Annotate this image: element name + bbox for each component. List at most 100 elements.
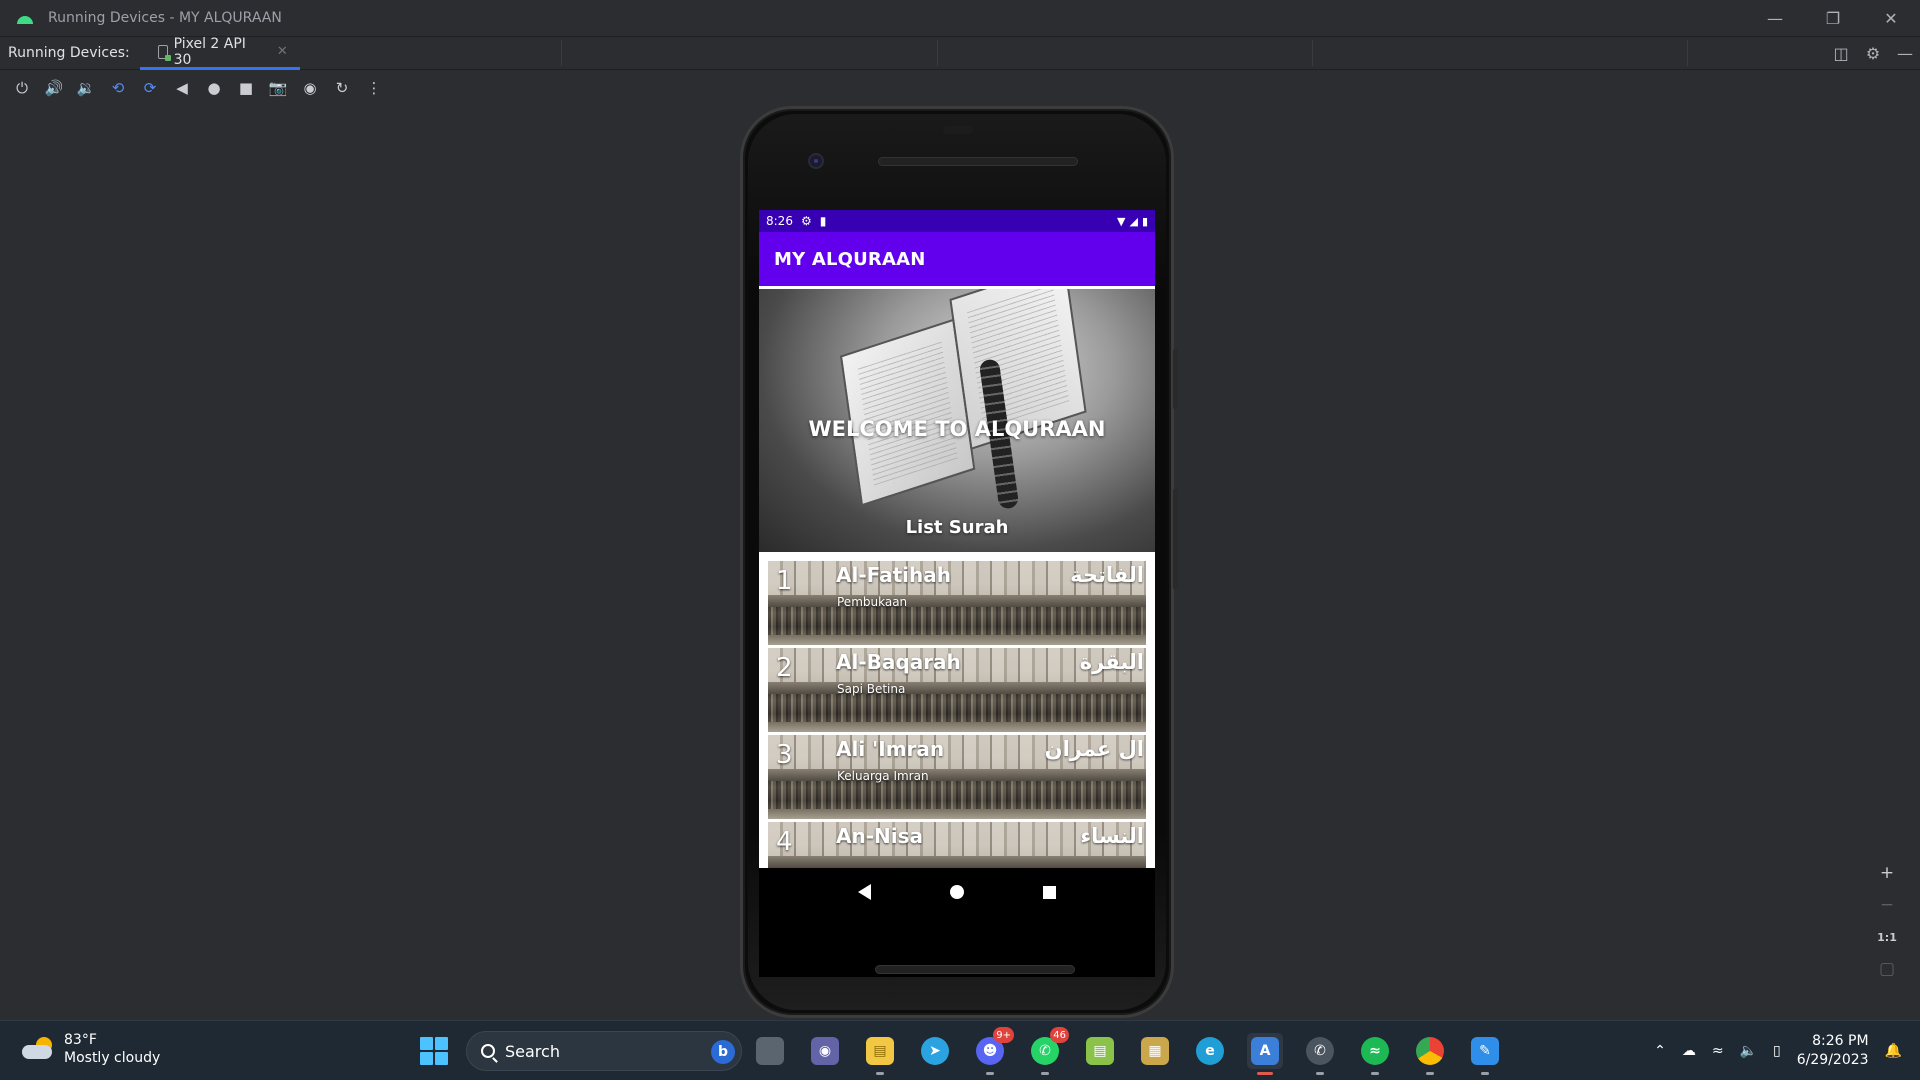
windows-taskbar: 83°F Mostly cloudy Search b ◉ ▤ ➤ ☻ 9+ ✆ 4…	[0, 1020, 1920, 1080]
battery-icon[interactable]: ▯	[1773, 1043, 1781, 1059]
status-time: 8:26	[766, 214, 793, 228]
surah-meaning: Keluarga Imran	[837, 769, 929, 783]
discord-icon[interactable]: ☻ 9+	[972, 1027, 1014, 1075]
screenshot-icon[interactable]: 📷	[262, 74, 294, 102]
volume-button	[1173, 489, 1178, 589]
partly-cloudy-icon	[22, 1037, 56, 1061]
volume-up-icon[interactable]: 🔊	[38, 74, 70, 102]
window-controls: — ❐ ✕	[1746, 0, 1920, 36]
snipping-tool-icon[interactable]: ✎	[1467, 1033, 1503, 1075]
search-label: Search	[505, 1041, 560, 1061]
wifi-icon: ▼	[1117, 214, 1126, 228]
edge-icon[interactable]: e	[1192, 1033, 1228, 1069]
android-studio-taskbar-icon[interactable]: A	[1247, 1033, 1283, 1075]
surah-number: 2	[776, 653, 793, 683]
quran-book-image	[837, 289, 1091, 517]
reset-icon[interactable]: ↻	[326, 74, 358, 102]
settings-icon: ⚙	[800, 214, 812, 228]
wifi-icon[interactable]: ≈	[1712, 1043, 1724, 1059]
whatsapp-icon[interactable]: ✆ 46	[1027, 1027, 1069, 1075]
task-view-icon[interactable]	[752, 1033, 788, 1069]
onedrive-icon[interactable]: ☁	[1682, 1043, 1696, 1059]
power-icon[interactable]: ⏻	[6, 74, 38, 102]
list-item[interactable]: 3 Ali 'Imran Keluarga Imran ال عمران	[768, 735, 1146, 819]
restore-icon[interactable]: ❐	[1804, 0, 1862, 36]
running-devices-label: Running Devices:	[8, 45, 130, 61]
power-button	[1173, 349, 1178, 409]
back-icon[interactable]: ◀	[166, 74, 198, 102]
device-icon	[157, 44, 171, 61]
folder-app-icon[interactable]: ▦	[1137, 1033, 1173, 1069]
rotate-right-icon[interactable]: ⟳	[134, 74, 166, 102]
actual-size-button[interactable]: 1:1	[1876, 926, 1898, 948]
bottom-speaker	[875, 965, 1075, 974]
document-app-icon[interactable]: ▤	[1082, 1033, 1118, 1069]
clock-date: 6/29/2023	[1796, 1052, 1869, 1068]
whatsapp-desktop-icon[interactable]: ✆	[1302, 1033, 1338, 1075]
system-tray: ⌃ ☁ ≈ 🔈 ▯ 8:26 PM 6/29/2023 🔔	[1654, 1021, 1920, 1080]
volume-down-icon[interactable]: 🔉	[70, 74, 102, 102]
telegram-icon[interactable]: ➤	[917, 1033, 953, 1069]
signal-icon: ◢	[1129, 214, 1138, 228]
screen-record-icon[interactable]: ◉	[294, 74, 326, 102]
surah-meaning: Sapi Betina	[837, 682, 906, 696]
bing-icon[interactable]: b	[711, 1040, 735, 1064]
surah-arabic: النساء	[1080, 824, 1144, 848]
surah-arabic: الفاتحة	[1070, 563, 1144, 587]
tab-divider	[561, 40, 562, 66]
close-icon[interactable]: ✕	[1862, 0, 1920, 36]
surah-name: Al-Fatihah	[836, 563, 952, 587]
overview-icon[interactable]: ■	[230, 74, 262, 102]
device-screen[interactable]: 8:26 ⚙ ▮ ▼ ◢ ▮ MY ALQURAAN WELCOME TO AL…	[759, 210, 1155, 977]
more-icon[interactable]: ⋮	[358, 74, 390, 102]
zoom-in-button[interactable]: +	[1876, 862, 1898, 884]
surah-name: An-Nisa	[836, 824, 924, 848]
surah-list[interactable]: 1 Al-Fatihah Pembukaan الفاتحة 2 Al-Baqa…	[759, 552, 1155, 868]
list-item[interactable]: 4 An-Nisa النساء	[768, 822, 1146, 868]
tab-divider	[1687, 40, 1688, 66]
taskbar-clock[interactable]: 8:26 PM 6/29/2023	[1797, 1032, 1869, 1070]
file-explorer-icon[interactable]: ▤	[862, 1033, 898, 1075]
fit-screen-icon[interactable]: ▢	[1876, 958, 1898, 980]
weather-temp: 83°F	[64, 1032, 97, 1048]
chrome-icon[interactable]	[1412, 1033, 1448, 1075]
surah-number: 3	[776, 740, 793, 770]
minimize-icon[interactable]: —	[1746, 0, 1804, 36]
home-icon[interactable]: ●	[198, 74, 230, 102]
list-item[interactable]: 2 Al-Baqarah Sapi Betina البقرة	[768, 648, 1146, 732]
android-nav-bar	[759, 868, 1155, 916]
notification-bell-icon[interactable]: 🔔	[1885, 1043, 1902, 1059]
front-camera-icon	[808, 153, 824, 169]
windows-start-icon[interactable]	[420, 1037, 448, 1065]
layout-icon[interactable]: ◫	[1832, 44, 1850, 63]
nav-back-icon[interactable]	[858, 884, 872, 900]
teams-icon[interactable]: ◉	[807, 1033, 843, 1069]
surah-name: Ali 'Imran	[836, 737, 945, 761]
taskbar-search[interactable]: Search b	[466, 1031, 742, 1071]
app-title: MY ALQURAAN	[774, 248, 926, 270]
spotify-icon[interactable]: ≈	[1357, 1033, 1393, 1075]
list-item[interactable]: 1 Al-Fatihah Pembukaan الفاتحة	[768, 561, 1146, 645]
rotate-left-icon[interactable]: ⟲	[102, 74, 134, 102]
emulator-toolbar: ⏻ 🔊 🔉 ⟲ ⟳ ◀ ● ■ 📷 ◉ ↻ ⋮	[0, 72, 1920, 104]
nav-recents-icon[interactable]	[1042, 885, 1056, 899]
title-bar: Running Devices - MY ALQURAAN — ❐ ✕	[0, 0, 1920, 36]
list-title: List Surah	[905, 517, 1009, 538]
tab-close-icon[interactable]: ✕	[277, 44, 288, 59]
nav-home-icon[interactable]	[949, 885, 964, 899]
gear-icon[interactable]: ⚙	[1864, 44, 1882, 63]
surah-arabic: ال عمران	[1044, 737, 1144, 761]
surah-number: 1	[776, 566, 793, 596]
earpiece	[943, 126, 973, 134]
speaker-icon[interactable]: 🔈	[1740, 1043, 1757, 1059]
hide-panel-icon[interactable]: —	[1896, 44, 1914, 63]
chevron-up-icon[interactable]: ⌃	[1654, 1043, 1666, 1059]
weather-widget[interactable]: 83°F Mostly cloudy	[22, 1031, 160, 1067]
whatsapp-badge: 46	[1050, 1027, 1069, 1043]
tabbar-actions: ◫ ⚙ —	[1832, 36, 1914, 70]
app-bar: MY ALQURAAN	[759, 232, 1155, 286]
zoom-out-button[interactable]: −	[1876, 894, 1898, 916]
tab-pixel-2-api-30[interactable]: Pixel 2 API 30 ✕	[139, 36, 300, 70]
search-icon	[481, 1044, 495, 1058]
surah-meaning: Pembukaan	[837, 595, 908, 609]
